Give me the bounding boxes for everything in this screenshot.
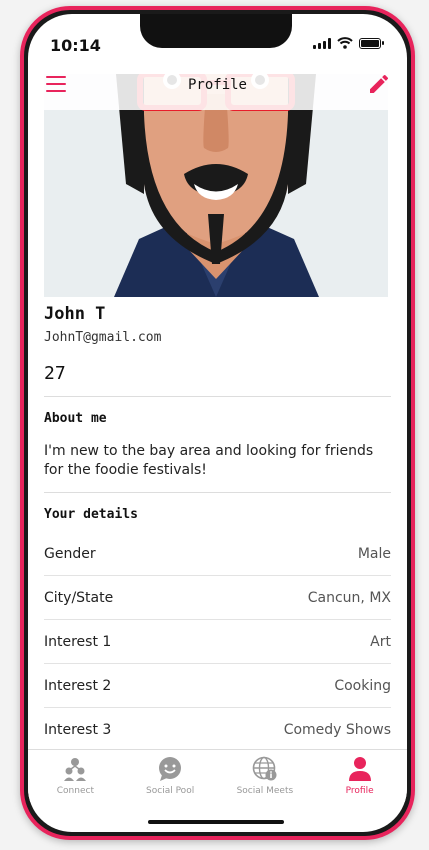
details-list: Gender Male City/State Cancun, MX Intere… [44, 532, 391, 752]
detail-row-interest-2: Interest 2 Cooking [44, 664, 391, 708]
about-title: About me [44, 411, 107, 426]
tab-social-pool[interactable]: Social Pool [123, 750, 218, 802]
profile-name: John T [44, 304, 106, 324]
detail-value: Cancun, MX [307, 589, 391, 606]
tab-profile[interactable]: Profile [312, 750, 407, 802]
app-header: Profile [28, 60, 407, 110]
people-icon [64, 758, 87, 781]
bottom-tab-bar: Connect Social Pool Social Meets Profile [28, 749, 407, 802]
profile-content: John T JohnT@gmail.com 27 About me I'm n… [44, 304, 391, 752]
tab-label: Social Meets [236, 786, 294, 796]
detail-label: City/State [44, 589, 114, 606]
detail-row-interest-1: Interest 1 Art [44, 620, 391, 664]
detail-value: Art [370, 633, 391, 650]
phone-frame: 10:14 Profile John T JohnT@gmail.com 27 … [20, 6, 415, 840]
detail-value: Comedy Shows [283, 721, 391, 738]
signal-icon [313, 38, 331, 49]
status-time: 10:14 [50, 36, 101, 55]
person-icon [348, 757, 371, 781]
status-icons [313, 37, 384, 49]
tab-social-meets[interactable]: Social Meets [218, 750, 313, 802]
screen: 10:14 Profile John T JohnT@gmail.com 27 … [28, 14, 407, 832]
battery-icon [359, 38, 384, 49]
pencil-icon[interactable] [367, 72, 391, 96]
detail-row-city: City/State Cancun, MX [44, 576, 391, 620]
tab-label: Connect [56, 786, 94, 796]
detail-label: Interest 1 [44, 633, 112, 650]
hamburger-menu-icon[interactable] [46, 76, 66, 92]
detail-row-interest-3: Interest 3 Comedy Shows [44, 708, 391, 752]
detail-label: Gender [44, 545, 96, 562]
home-indicator [148, 820, 284, 824]
tab-connect[interactable]: Connect [28, 750, 123, 802]
detail-label: Interest 2 [44, 677, 112, 694]
chat-bubble-icon [159, 757, 182, 781]
detail-value: Cooking [334, 677, 391, 694]
detail-value: Male [357, 545, 391, 562]
globe-info-icon [252, 756, 277, 781]
detail-row-gender: Gender Male [44, 532, 391, 576]
detail-label: Interest 3 [44, 721, 112, 738]
profile-age: 27 [44, 363, 391, 397]
page-title: Profile [187, 77, 247, 93]
tab-label: Social Pool [146, 786, 195, 796]
about-text: I'm new to the bay area and looking for … [44, 442, 391, 493]
wifi-icon [337, 37, 353, 49]
notch [140, 14, 292, 48]
details-title: Your details [44, 507, 138, 522]
tab-label: Profile [345, 786, 374, 796]
profile-email: JohnT@gmail.com [44, 330, 162, 345]
